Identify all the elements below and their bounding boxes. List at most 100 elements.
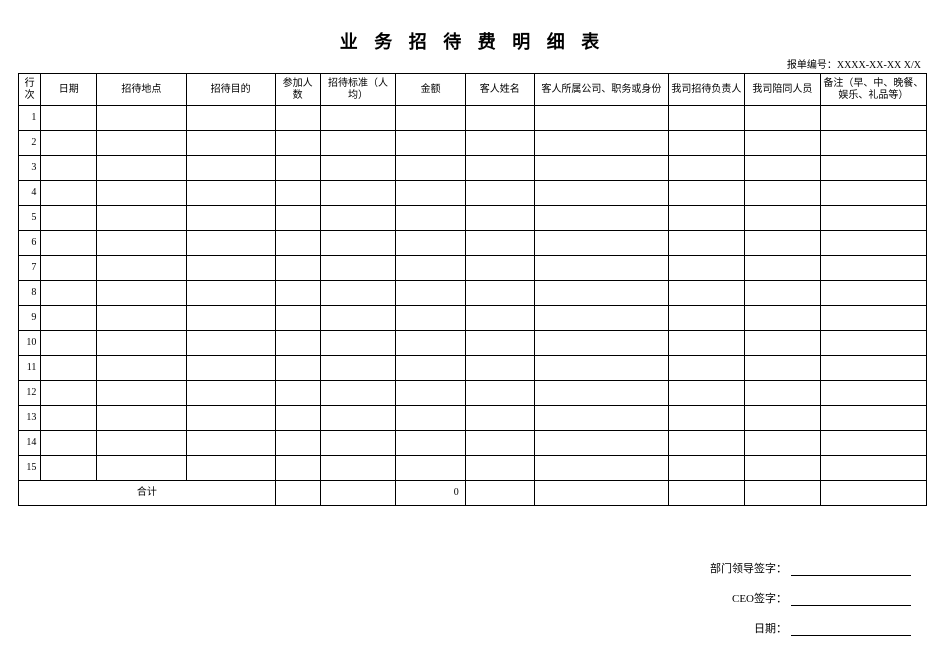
cell — [275, 106, 320, 131]
cell — [744, 381, 820, 406]
cell — [668, 431, 744, 456]
row-number: 3 — [19, 156, 41, 181]
sign-ceo-line — [791, 594, 911, 606]
cell — [320, 406, 396, 431]
cell — [534, 256, 668, 281]
col-purpose: 招待目的 — [186, 74, 275, 106]
col-lead: 我司招待负责人 — [668, 74, 744, 106]
cell — [320, 331, 396, 356]
cell — [820, 456, 926, 481]
cell — [396, 206, 465, 231]
cell — [396, 156, 465, 181]
cell — [465, 281, 534, 306]
sign-date-line — [791, 624, 911, 636]
cell — [396, 181, 465, 206]
cell — [820, 331, 926, 356]
row-number: 8 — [19, 281, 41, 306]
cell — [41, 256, 97, 281]
cell — [97, 181, 186, 206]
cell — [820, 381, 926, 406]
table-row: 6 — [19, 231, 927, 256]
col-guest: 客人姓名 — [465, 74, 534, 106]
cell — [820, 231, 926, 256]
cell — [186, 156, 275, 181]
cell — [465, 431, 534, 456]
meta-value: XXXX-XX-XX X/X — [837, 60, 921, 71]
cell — [186, 181, 275, 206]
total-label: 合计 — [19, 481, 276, 506]
header-row: 行次 日期 招待地点 招待目的 参加人数 招待标准（人均） 金额 客人姓名 客人… — [19, 74, 927, 106]
cell — [320, 206, 396, 231]
cell — [744, 431, 820, 456]
cell — [465, 181, 534, 206]
cell — [97, 331, 186, 356]
cell — [534, 331, 668, 356]
table-row: 14 — [19, 431, 927, 456]
col-rownum: 行次 — [19, 74, 41, 106]
cell — [41, 331, 97, 356]
cell — [668, 206, 744, 231]
cell — [744, 456, 820, 481]
cell — [668, 356, 744, 381]
cell — [97, 206, 186, 231]
cell — [41, 181, 97, 206]
cell — [744, 356, 820, 381]
cell — [396, 281, 465, 306]
cell — [275, 406, 320, 431]
cell — [41, 306, 97, 331]
cell — [396, 306, 465, 331]
cell — [41, 131, 97, 156]
row-number: 11 — [19, 356, 41, 381]
cell — [668, 231, 744, 256]
cell — [320, 156, 396, 181]
cell — [668, 306, 744, 331]
sign-dept-row: 部门领导签字： — [710, 560, 911, 576]
cell — [97, 456, 186, 481]
cell — [820, 206, 926, 231]
cell — [186, 306, 275, 331]
cell — [534, 181, 668, 206]
cell — [820, 181, 926, 206]
col-place: 招待地点 — [97, 74, 186, 106]
cell — [320, 356, 396, 381]
cell — [465, 231, 534, 256]
cell — [668, 256, 744, 281]
table-row: 8 — [19, 281, 927, 306]
cell — [744, 156, 820, 181]
cell — [744, 406, 820, 431]
table-row: 12 — [19, 381, 927, 406]
table-row: 4 — [19, 181, 927, 206]
row-number: 12 — [19, 381, 41, 406]
cell — [534, 131, 668, 156]
cell — [97, 406, 186, 431]
total-std — [320, 481, 396, 506]
row-number: 6 — [19, 231, 41, 256]
cell — [668, 456, 744, 481]
col-people: 参加人数 — [275, 74, 320, 106]
meta-label: 报单编号： — [787, 60, 837, 71]
cell — [465, 106, 534, 131]
cell — [465, 406, 534, 431]
cell — [41, 456, 97, 481]
col-company: 客人所属公司、职务或身份 — [534, 74, 668, 106]
signature-block: 部门领导签字： CEO签字： 日期： — [710, 560, 911, 650]
cell — [744, 281, 820, 306]
sign-date-row: 日期： — [710, 620, 911, 636]
cell — [41, 356, 97, 381]
cell — [186, 356, 275, 381]
total-guest — [465, 481, 534, 506]
row-number: 7 — [19, 256, 41, 281]
cell — [668, 131, 744, 156]
total-company — [534, 481, 668, 506]
table-row: 5 — [19, 206, 927, 231]
cell — [275, 431, 320, 456]
cell — [668, 106, 744, 131]
cell — [275, 231, 320, 256]
sign-ceo-label: CEO签字： — [732, 593, 787, 605]
cell — [820, 131, 926, 156]
table-row: 9 — [19, 306, 927, 331]
sign-date-label: 日期： — [754, 623, 787, 635]
cell — [320, 231, 396, 256]
cell — [396, 256, 465, 281]
cell — [396, 356, 465, 381]
